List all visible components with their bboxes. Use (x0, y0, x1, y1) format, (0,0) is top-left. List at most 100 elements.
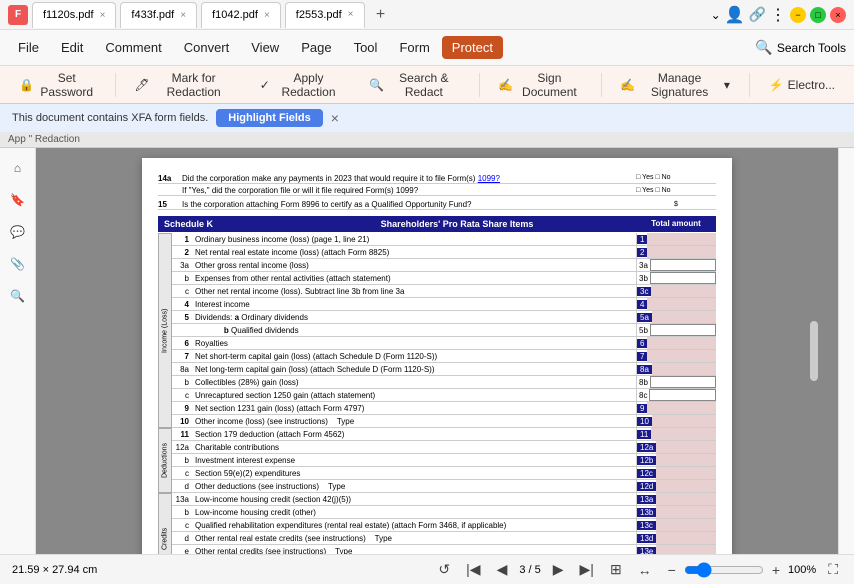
row-total-input[interactable] (656, 532, 716, 544)
pdf-area[interactable]: 14a Did the corporation make any payment… (36, 148, 838, 554)
dropdown-icon[interactable]: ⌄ (711, 8, 721, 22)
last-page-button[interactable]: ▶| (576, 559, 598, 580)
toolbar-divider-1 (115, 73, 116, 97)
menu-view[interactable]: View (241, 36, 289, 59)
mark-redaction-button[interactable]: 🖊 Mark for Redaction (123, 66, 244, 104)
account-icon[interactable]: 👤 (725, 5, 745, 25)
zoom-slider[interactable] (684, 562, 764, 578)
tab-close-f1120s[interactable]: × (100, 10, 106, 21)
row-total-input[interactable] (656, 506, 716, 518)
prev-page-button[interactable]: ◀ (493, 559, 512, 580)
schedule-k-title: Shareholders' Pro Rata Share Items (278, 216, 636, 232)
zoom-out-button[interactable]: − (664, 560, 680, 580)
menu-file[interactable]: File (8, 36, 49, 59)
apply-redaction-button[interactable]: ✓ Apply Redaction (249, 66, 355, 104)
menu-protect[interactable]: Protect (442, 36, 503, 59)
row-input-8b[interactable] (650, 376, 716, 388)
zoom-in-button[interactable]: + (768, 560, 784, 580)
fullscreen-button[interactable]: ⛶ (824, 559, 842, 580)
fit-width-button[interactable]: ↔ (634, 560, 656, 580)
app-icon: F (8, 5, 28, 25)
tab-f2553[interactable]: f2553.pdf × (285, 2, 365, 28)
row-num: 12a (172, 443, 192, 452)
set-password-button[interactable]: 🔒 Set Password (8, 66, 107, 104)
first-page-button[interactable]: |◀ (462, 559, 484, 580)
maximize-button[interactable]: □ (810, 7, 826, 23)
scroll-indicator[interactable] (810, 321, 818, 381)
row-total-input[interactable] (647, 233, 716, 245)
table-row: 6 Royalties 6 (172, 337, 716, 350)
row-total-input[interactable] (651, 285, 716, 297)
tab-close-f1042[interactable]: × (264, 10, 270, 21)
row-total-input[interactable] (656, 467, 716, 479)
row-14a: 14a Did the corporation make any payment… (158, 174, 716, 184)
sidebar-attachment-icon[interactable]: 📎 (6, 252, 30, 276)
tab-f433f[interactable]: f433f.pdf × (120, 2, 197, 28)
minimize-button[interactable]: − (790, 7, 806, 23)
table-row: c Section 59(e)(2) expenditures 12c (172, 467, 716, 480)
menu-tool[interactable]: Tool (344, 36, 388, 59)
table-row: 9 Net section 1231 gain (loss) (attach F… (172, 402, 716, 415)
tab-f1042[interactable]: f1042.pdf × (201, 2, 281, 28)
notification-close-button[interactable]: × (331, 110, 339, 126)
row-total-input[interactable] (647, 350, 716, 362)
menu-edit[interactable]: Edit (51, 36, 93, 59)
close-button[interactable]: × (830, 7, 846, 23)
row-total-input[interactable] (647, 402, 716, 414)
row-total-input[interactable] (651, 428, 716, 440)
row-total-input[interactable] (656, 493, 716, 505)
row-total-input[interactable] (656, 480, 716, 492)
row-total-input[interactable] (656, 519, 716, 531)
search-tools-label[interactable]: Search Tools (777, 41, 846, 55)
row-total-input[interactable] (656, 441, 716, 453)
share-icon[interactable]: 🔗 (749, 6, 766, 23)
row-total-input[interactable] (647, 298, 716, 310)
sign-document-button[interactable]: ✍ Sign Document (487, 66, 592, 104)
table-row: 13a Low-income housing credit (section 4… (172, 493, 716, 506)
menu-page[interactable]: Page (291, 36, 341, 59)
electro-button[interactable]: ⚡ Electro... (758, 73, 846, 97)
row-num: 1 (172, 235, 192, 244)
row-total-input[interactable] (652, 363, 716, 375)
row-input-5b[interactable] (650, 324, 716, 336)
row-label: Dividends: a Ordinary dividends (192, 313, 636, 322)
menu-dots-icon[interactable]: ⋮ (770, 5, 786, 25)
highlight-fields-button[interactable]: Highlight Fields (216, 109, 323, 127)
new-tab-button[interactable]: + (369, 3, 393, 27)
row-total-input[interactable] (656, 545, 716, 554)
row-total-num: 8a (637, 365, 652, 374)
menu-form[interactable]: Form (389, 36, 439, 59)
row-input-3b[interactable] (650, 272, 716, 284)
title-bar: F f1120s.pdf × f433f.pdf × f1042.pdf × f… (0, 0, 854, 30)
row-total-input[interactable] (652, 311, 716, 323)
row-total-input[interactable] (647, 337, 716, 349)
menu-comment[interactable]: Comment (95, 36, 171, 59)
row-input-3a[interactable] (650, 259, 716, 271)
fit-page-button[interactable]: ⊞ (606, 559, 626, 580)
tab-close-f433f[interactable]: × (180, 10, 186, 21)
row-total-input[interactable] (647, 246, 716, 258)
row-total-num: 6 (637, 339, 647, 348)
rotate-button[interactable]: ↺ (434, 559, 454, 580)
table-row: 10 Other income (loss) (see instructions… (172, 415, 716, 428)
row-total-input[interactable] (656, 454, 716, 466)
tab-f1120s[interactable]: f1120s.pdf × (32, 2, 116, 28)
tab-close-f2553[interactable]: × (348, 9, 354, 20)
manage-signatures-label: Manage Signatures (639, 71, 720, 99)
row-label: Net short-term capital gain (loss) (atta… (192, 352, 636, 361)
row-input-8c[interactable] (649, 389, 716, 401)
row-14a-sub: If "Yes," did the corporation file or wi… (158, 186, 716, 196)
sidebar-comment-icon[interactable]: 💬 (6, 220, 30, 244)
row-total-input[interactable] (652, 415, 716, 427)
menu-convert[interactable]: Convert (174, 36, 240, 59)
next-page-button[interactable]: ▶ (549, 559, 568, 580)
row-total-num: 13e (637, 547, 656, 555)
sidebar-bookmark-icon[interactable]: 🔖 (6, 188, 30, 212)
sidebar-search-icon[interactable]: 🔍 (6, 284, 30, 308)
sidebar-home-icon[interactable]: ⌂ (6, 156, 30, 180)
manage-signatures-button[interactable]: ✍ Manage Signatures ▾ (609, 66, 741, 104)
table-row: 7 Net short-term capital gain (loss) (at… (172, 350, 716, 363)
table-row: 8a Net long-term capital gain (loss) (at… (172, 363, 716, 376)
search-redact-button[interactable]: 🔍 Search & Redact (358, 66, 470, 104)
row-total: 11 (636, 428, 716, 440)
